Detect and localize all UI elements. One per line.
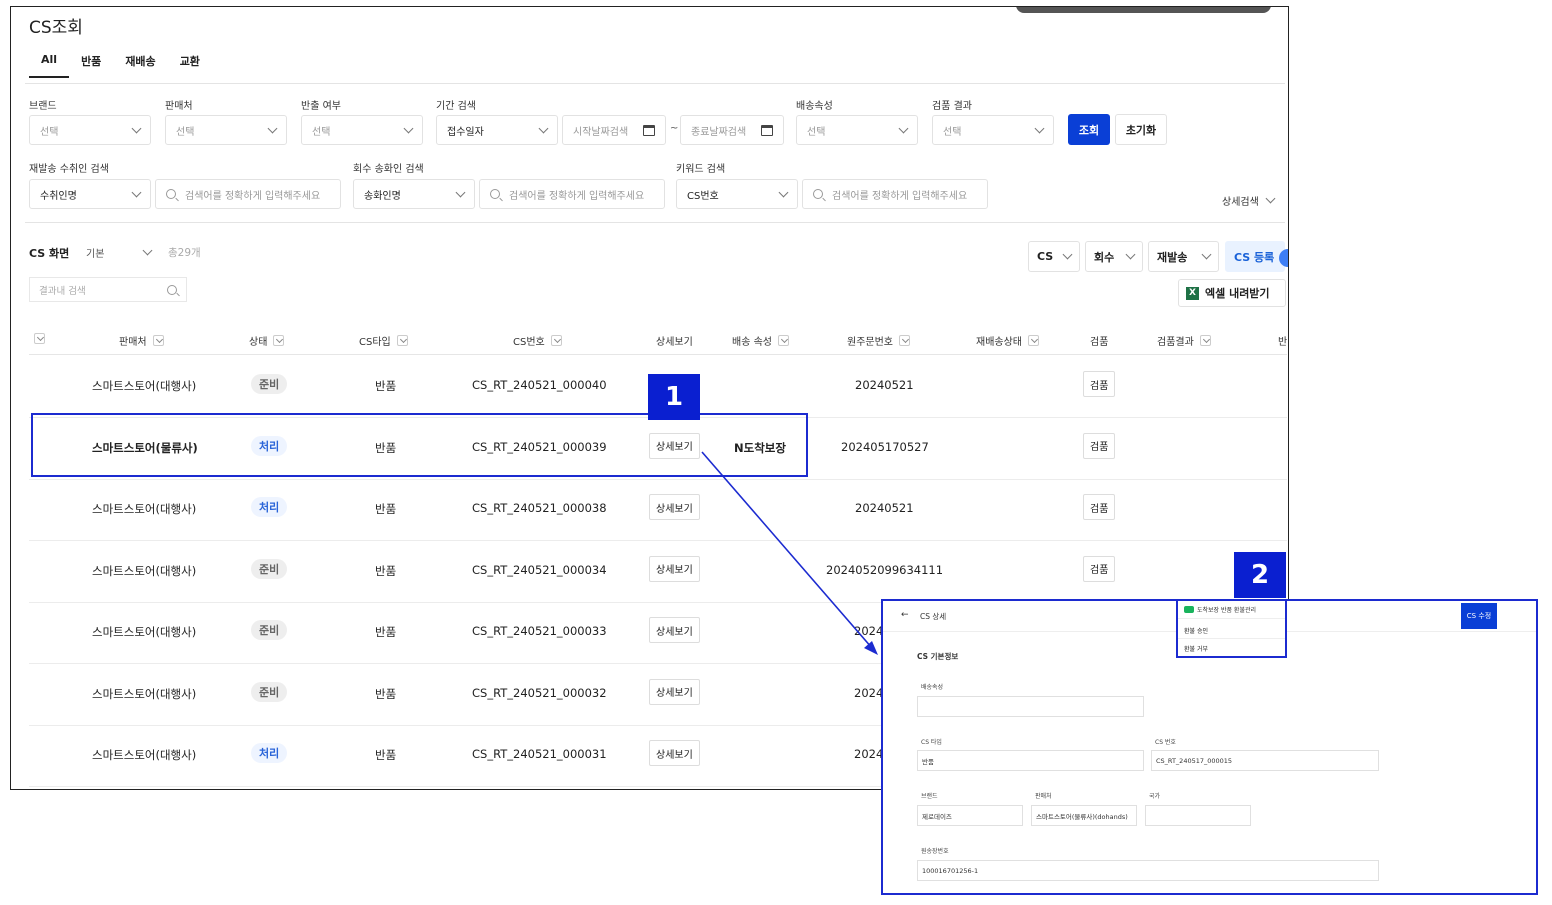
brand-field[interactable]: 제로데이즈: [917, 805, 1023, 826]
cs-type-field[interactable]: 반품: [917, 750, 1144, 771]
cs-no-field-label: CS 번호: [1155, 739, 1176, 746]
origin-invoice-field[interactable]: 100016701256-1: [917, 860, 1379, 881]
refund-approve-item[interactable]: 환불 승인: [1184, 626, 1208, 635]
cs-type-field-label: CS 타입: [921, 739, 942, 746]
back-arrow-icon[interactable]: ←: [901, 610, 909, 620]
refund-menu-header[interactable]: 도착보장 반품 환불관리: [1178, 601, 1285, 619]
popup-title: CS 상세: [920, 612, 947, 621]
origin-invoice-field-label: 원송장번호: [921, 848, 949, 855]
delivery-attr-field[interactable]: [917, 696, 1144, 717]
refund-reject-item[interactable]: 환불 거부: [1184, 644, 1208, 653]
refund-menu-title: 도착보장 반품 환불관리: [1197, 607, 1257, 614]
basic-info-title: CS 기본정보: [917, 652, 959, 661]
delivery-attr-field-label: 배송속성: [921, 684, 944, 691]
country-field-label: 국가: [1149, 793, 1161, 800]
brand-field-label: 브랜드: [921, 793, 938, 800]
seller-field[interactable]: 스마트스토어(물류사)(dohands): [1031, 805, 1137, 826]
seller-field-label: 판매처: [1035, 793, 1052, 800]
country-field[interactable]: [1145, 805, 1251, 826]
refund-management-dropdown: 도착보장 반품 환불관리 환불 승인 환불 거부: [1176, 599, 1287, 658]
menu-divider: [1178, 638, 1285, 639]
arrival-guarantee-icon: [1184, 606, 1194, 613]
cs-no-field[interactable]: CS_RT_240517_000015: [1151, 750, 1379, 771]
cs-edit-button[interactable]: CS 수정: [1461, 603, 1497, 629]
